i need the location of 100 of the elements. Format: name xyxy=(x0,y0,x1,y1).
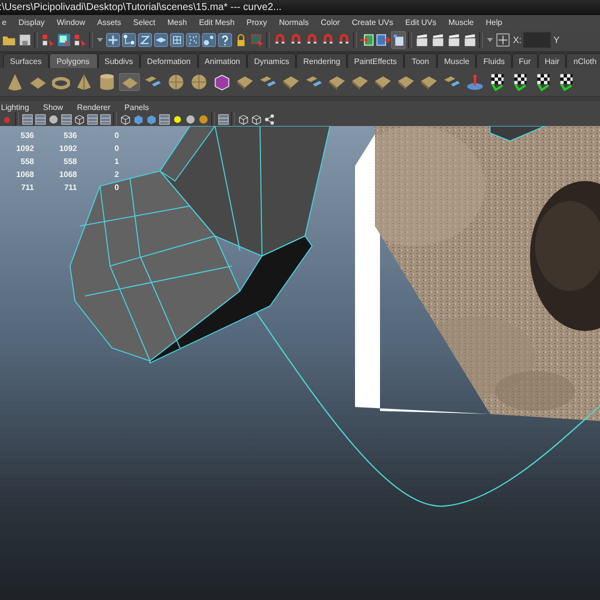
wireframe-icon xyxy=(120,114,130,125)
tool-button[interactable] xyxy=(169,31,184,49)
clapper-icon xyxy=(446,33,460,47)
tool-button[interactable] xyxy=(56,31,71,49)
joint-icon xyxy=(202,33,216,47)
menu-item[interactable]: Show xyxy=(43,102,64,112)
statistic-value: 536 xyxy=(62,131,77,140)
statistic-value: 1 xyxy=(114,157,119,166)
nodes-icon xyxy=(122,33,136,47)
light-icon xyxy=(172,114,182,125)
shelf-tab[interactable]: Animation xyxy=(198,53,248,68)
menu-item[interactable]: Edit UVs xyxy=(405,18,436,26)
shelf-tab[interactable]: Toon xyxy=(404,53,438,68)
menu-item[interactable]: Muscle xyxy=(448,18,474,26)
coordinate-label: X: xyxy=(513,35,522,45)
menu-item[interactable]: Help xyxy=(486,18,502,26)
menu-item[interactable]: Create UVs xyxy=(352,18,394,26)
statistic-value: 0 xyxy=(114,183,119,192)
tool-button[interactable] xyxy=(217,31,232,49)
grid-icon xyxy=(158,114,170,125)
menu-item[interactable]: Color xyxy=(320,18,340,26)
shelf-tab[interactable]: Rendering xyxy=(296,53,348,68)
clapper-icon xyxy=(462,33,476,47)
tool-button[interactable] xyxy=(121,31,136,49)
sphere-icon xyxy=(198,114,208,125)
grid-icon xyxy=(22,114,32,125)
menu-item[interactable]: Proxy xyxy=(246,18,267,26)
menu-item[interactable]: e xyxy=(2,18,6,26)
statistic-value: 1092 xyxy=(15,144,34,153)
select-icon xyxy=(250,33,264,47)
select-icon xyxy=(72,33,86,47)
grid-icon xyxy=(60,114,72,125)
tool-button[interactable] xyxy=(430,31,445,49)
menu-item[interactable]: Window xyxy=(56,18,86,26)
statistic-value: 558 xyxy=(20,157,34,166)
menu-item[interactable]: Lighting xyxy=(1,102,30,112)
shelf-tab[interactable]: Deformation xyxy=(140,53,198,68)
grid-icon xyxy=(100,114,110,125)
grid-icon xyxy=(86,114,98,125)
tool-button[interactable] xyxy=(495,31,510,49)
menu-item[interactable]: Renderer xyxy=(77,102,110,112)
select-icon xyxy=(56,33,70,47)
sphere-icon xyxy=(190,73,208,91)
shelf-tab[interactable]: Hair xyxy=(538,53,566,68)
clapper-icon xyxy=(430,33,444,47)
dots-icon xyxy=(186,33,200,47)
menu-item[interactable]: Normals xyxy=(278,18,309,26)
grid-icon xyxy=(34,114,46,125)
menu-item[interactable]: Display xyxy=(18,18,45,26)
menu-item[interactable]: Mesh xyxy=(167,18,187,26)
shelf-tab[interactable]: Dynamics xyxy=(247,53,296,68)
statistic-value: 558 xyxy=(62,157,77,166)
shelf-tab[interactable]: Surfaces xyxy=(3,53,49,68)
coordinate-label: Y xyxy=(554,35,560,45)
statistic-value: 711 xyxy=(20,183,34,192)
tool-button[interactable] xyxy=(462,31,477,49)
coordinate-field[interactable] xyxy=(522,32,551,48)
shelf-tab[interactable]: Muscle xyxy=(437,53,476,68)
checker-icon xyxy=(558,73,576,91)
checker-icon xyxy=(512,73,530,91)
sphere-icon xyxy=(184,114,196,125)
checker-icon xyxy=(488,73,506,91)
statistic-value: 536 xyxy=(20,131,34,140)
window-title: :\Users\Picipolivadi\Desktop\Tutorial\scenes\15.ma* --- curve2... xyxy=(0,2,282,13)
shelf-tab[interactable]: Fluids xyxy=(476,53,512,68)
wireframe-icon xyxy=(250,114,262,125)
curve-icon xyxy=(138,33,152,47)
cube-icon xyxy=(212,73,230,91)
tool-button[interactable] xyxy=(201,31,216,49)
move-icon xyxy=(106,33,120,47)
menu-item[interactable]: Panels xyxy=(124,102,149,112)
shelf-tab[interactable]: Fur xyxy=(512,53,538,68)
checker-icon xyxy=(534,73,552,91)
share-icon xyxy=(264,114,274,125)
shelf-tab[interactable]: Subdivs xyxy=(98,53,140,68)
tool-button[interactable] xyxy=(185,31,200,49)
tool-button[interactable] xyxy=(446,31,461,49)
grid-icon xyxy=(218,114,228,125)
shelf-tab[interactable]: PaintEffects xyxy=(347,53,404,68)
statistic-value: 1092 xyxy=(58,144,77,153)
statistic-value: 1068 xyxy=(15,170,34,179)
menu-item[interactable]: Assets xyxy=(97,18,122,26)
clapper-icon xyxy=(414,33,428,47)
wireframe-icon xyxy=(74,114,84,125)
menu-item[interactable]: Select xyxy=(133,18,156,26)
tool-button[interactable] xyxy=(414,31,429,49)
cylinder-icon xyxy=(98,73,116,91)
wireframe-icon xyxy=(238,114,248,125)
shelf-tab[interactable]: nCloth xyxy=(566,53,600,68)
tool-button[interactable] xyxy=(137,31,152,49)
select-icon xyxy=(40,33,54,47)
shelf-tab[interactable]: Polygons xyxy=(48,53,98,68)
menu-item[interactable]: Edit Mesh xyxy=(198,18,235,26)
statistic-value: 2 xyxy=(114,170,119,179)
tool-button[interactable] xyxy=(171,114,183,126)
statistic-value: 0 xyxy=(114,144,119,153)
tool-button[interactable] xyxy=(153,31,168,49)
statistic-value: 711 xyxy=(63,183,77,192)
tool-button[interactable] xyxy=(263,114,275,126)
tool-button[interactable] xyxy=(105,31,120,49)
